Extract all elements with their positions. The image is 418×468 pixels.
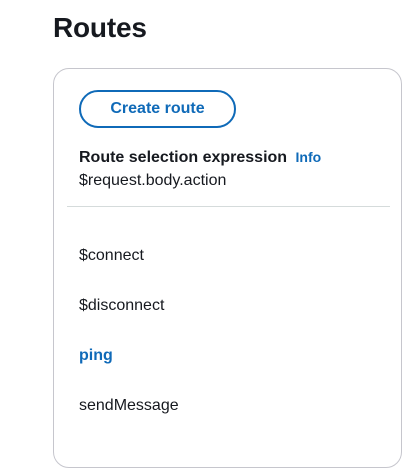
routes-panel: Create route Route selection expression … [53,68,402,468]
route-selection-expression: Route selection expression Info $request… [79,146,379,192]
page-title: Routes [53,12,147,43]
info-link[interactable]: Info [296,149,322,165]
route-selection-value: $request.body.action [79,172,227,189]
create-route-button[interactable]: Create route [79,90,236,128]
route-item-disconnect[interactable]: $disconnect [79,294,179,344]
route-item-ping[interactable]: ping [79,344,179,394]
divider [67,206,390,207]
route-selection-label: Route selection expression [79,149,288,166]
route-selection-label-row: Route selection expression Info [79,146,379,169]
route-item-sendmessage[interactable]: sendMessage [79,394,179,444]
routes-list: $connect $disconnect ping sendMessage [79,244,179,444]
route-item-connect[interactable]: $connect [79,244,179,294]
